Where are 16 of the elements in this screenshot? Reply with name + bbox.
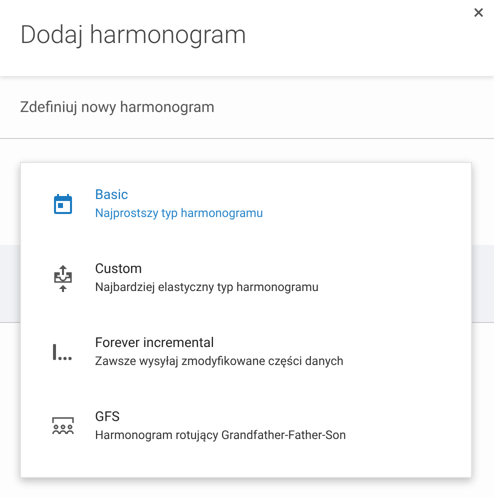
close-button[interactable]: ×: [473, 2, 484, 22]
item-label: Custom: [95, 260, 144, 278]
item-description: Zawsze wysyłaj zmodyfikowane części danych: [95, 353, 344, 370]
item-label: Forever incremental: [95, 334, 215, 352]
item-label: Basic: [95, 186, 130, 204]
dialog-subtitle: Zdefiniuj nowy harmonogram: [20, 96, 215, 118]
item-description: Harmonogram rotujący Grandfather-Father-Son: [95, 427, 346, 444]
dialog-title: Dodaj harmonogram: [20, 20, 246, 52]
menu-item[interactable]: GFS Harmonogram rotujący Grandfather-Father-Son: [21, 389, 471, 463]
item-description: Najbardziej elastyczny typ harmonogramu: [95, 279, 319, 296]
calendar-icon: [51, 192, 75, 216]
item-description: Najprostszy typ harmonogramu: [95, 205, 264, 222]
menu-item[interactable]: Basic Najprostszy typ harmonogramu: [21, 167, 471, 241]
menu-item[interactable]: Forever incremental Zawsze wysyłaj zmodyfikowane części danych: [21, 315, 471, 389]
item-label: GFS: [95, 408, 121, 426]
menu-item[interactable]: Custom Najbardziej elastyczny typ harmonogramu: [21, 241, 471, 315]
